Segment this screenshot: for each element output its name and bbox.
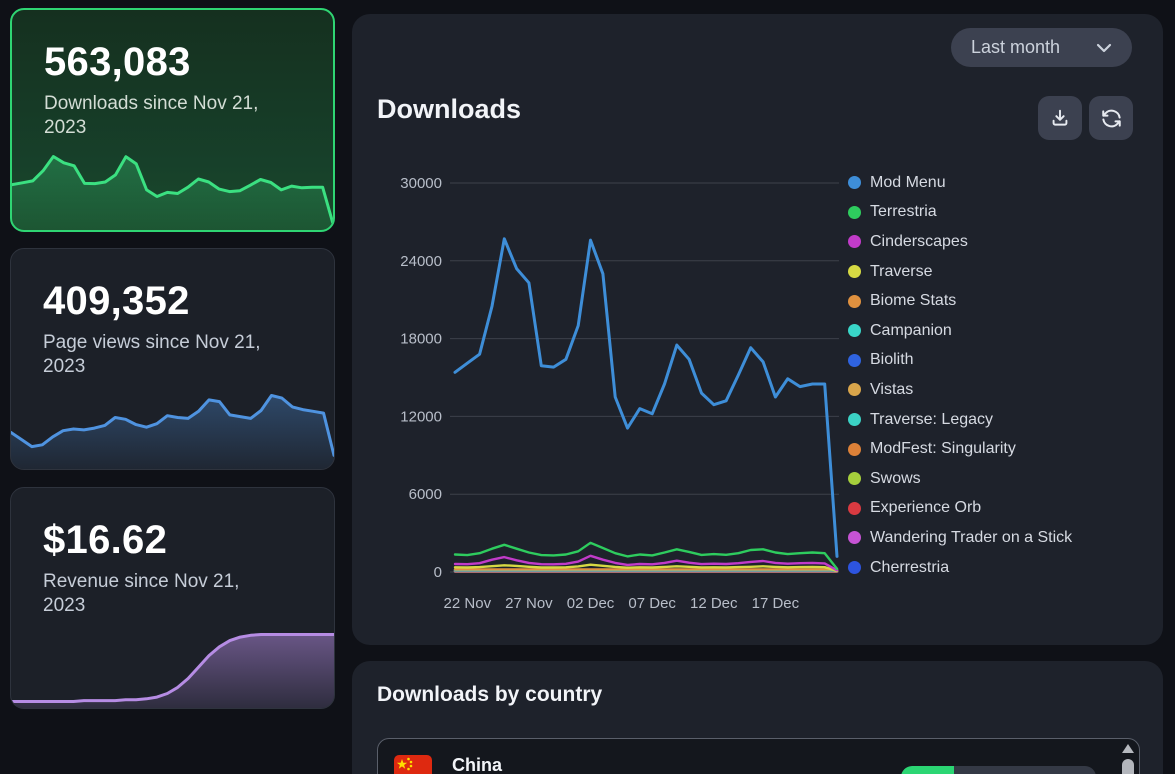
legend-dot-icon (848, 324, 861, 337)
stat-card-downloads[interactable]: 563,083 Downloads since Nov 21, 2023 (10, 8, 335, 232)
panel-title: Downloads (377, 94, 521, 125)
stat-card-revenue[interactable]: $16.62 Revenue since Nov 21, 2023 (10, 487, 335, 709)
downloads-line-chart: 0 6000 12000 18000 24000 30000 22 Nov 27 Nov 02 … (380, 164, 860, 634)
refresh-icon (1100, 107, 1123, 130)
download-icon (1049, 107, 1071, 129)
revenue-total: $16.62 (43, 518, 304, 563)
x-axis-tick: 12 Dec (690, 595, 738, 612)
downloads-total: 563,083 (44, 40, 303, 85)
revenue-sparkline (11, 620, 334, 708)
legend-item[interactable]: Cherrestria (848, 553, 1072, 583)
country-list: China (377, 738, 1140, 774)
legend-item[interactable]: Terrestria (848, 198, 1072, 228)
x-axis-tick: 17 Dec (752, 595, 800, 612)
legend-dot-icon (848, 561, 861, 574)
legend-label: Cherrestria (870, 559, 949, 577)
page-views-sparkline (11, 381, 334, 469)
legend-dot-icon (848, 413, 861, 426)
downloads-sparkline (12, 142, 333, 230)
legend-label: Vistas (870, 381, 913, 399)
legend-item[interactable]: Cinderscapes (848, 227, 1072, 257)
y-axis-tick: 24000 (400, 253, 442, 270)
legend-label: Wandering Trader on a Stick (870, 529, 1072, 547)
legend-dot-icon (848, 265, 861, 278)
series-line (455, 239, 837, 557)
legend-dot-icon (848, 472, 861, 485)
legend-item[interactable]: Biolith (848, 346, 1072, 376)
legend-item[interactable]: Traverse (848, 257, 1072, 287)
legend-dot-icon (848, 295, 861, 308)
legend-item[interactable]: Vistas (848, 375, 1072, 405)
scrollbar-thumb[interactable] (1122, 759, 1134, 774)
legend-dot-icon (848, 443, 861, 456)
x-axis-tick: 27 Nov (505, 595, 553, 612)
country-list-scrollbar[interactable] (1122, 742, 1134, 774)
legend-label: Biolith (870, 351, 914, 369)
x-axis-tick: 07 Dec (628, 595, 676, 612)
legend-label: Terrestria (870, 203, 937, 221)
legend-dot-icon (848, 383, 861, 396)
time-range-label: Last month (971, 37, 1060, 58)
refresh-button[interactable] (1089, 96, 1133, 140)
legend-item[interactable]: Swows (848, 464, 1072, 494)
legend-dot-icon (848, 206, 861, 219)
country-section-title: Downloads by country (377, 683, 602, 707)
legend-label: Cinderscapes (870, 233, 968, 251)
export-button[interactable] (1038, 96, 1082, 140)
legend-label: Campanion (870, 322, 952, 340)
y-axis-tick: 0 (434, 564, 442, 581)
legend-label: Traverse (870, 263, 933, 281)
downloads-panel: Last month Downloads 0 6000 12000 18000 2400… (352, 14, 1163, 645)
revenue-total-label: Revenue since Nov 21, 2023 (43, 570, 268, 619)
legend-item[interactable]: Mod Menu (848, 168, 1072, 198)
downloads-total-label: Downloads since Nov 21, 2023 (44, 92, 267, 141)
scroll-up-icon[interactable] (1122, 744, 1134, 753)
x-axis-tick: 02 Dec (567, 595, 615, 612)
country-name: China (452, 755, 502, 774)
legend-item[interactable]: Wandering Trader on a Stick (848, 523, 1072, 553)
x-axis-tick: 22 Nov (444, 595, 492, 612)
chart-legend: Mod Menu Terrestria Cinderscapes Traverse Bi… (848, 168, 1072, 582)
legend-label: Mod Menu (870, 174, 946, 192)
legend-dot-icon (848, 176, 861, 189)
chevron-down-icon (1096, 43, 1112, 53)
country-progress-fill (901, 766, 954, 774)
legend-label: Experience Orb (870, 499, 981, 517)
legend-dot-icon (848, 354, 861, 367)
legend-dot-icon (848, 235, 861, 248)
country-row: China (378, 739, 1139, 774)
legend-dot-icon (848, 531, 861, 544)
legend-item[interactable]: Biome Stats (848, 286, 1072, 316)
legend-item[interactable]: Experience Orb (848, 494, 1072, 524)
y-axis-tick: 18000 (400, 331, 442, 348)
y-axis-tick: 30000 (400, 175, 442, 192)
legend-item[interactable]: ModFest: Singularity (848, 434, 1072, 464)
page-views-total: 409,352 (43, 279, 304, 324)
cn-flag-icon (394, 755, 432, 774)
legend-label: Traverse: Legacy (870, 411, 993, 429)
page-views-total-label: Page views since Nov 21, 2023 (43, 331, 268, 380)
legend-label: ModFest: Singularity (870, 440, 1016, 458)
legend-item[interactable]: Traverse: Legacy (848, 405, 1072, 435)
stat-card-page-views[interactable]: 409,352 Page views since Nov 21, 2023 (10, 248, 335, 470)
legend-label: Swows (870, 470, 921, 488)
country-progress-track (901, 766, 1096, 774)
legend-dot-icon (848, 502, 861, 515)
y-axis-tick: 6000 (409, 486, 442, 503)
legend-item[interactable]: Campanion (848, 316, 1072, 346)
y-axis-tick: 12000 (400, 408, 442, 425)
legend-label: Biome Stats (870, 292, 956, 310)
analytics-dashboard: 563,083 Downloads since Nov 21, 2023 409… (0, 0, 1175, 774)
downloads-by-country-panel: Downloads by country China (352, 661, 1163, 774)
time-range-selector[interactable]: Last month (951, 28, 1132, 67)
